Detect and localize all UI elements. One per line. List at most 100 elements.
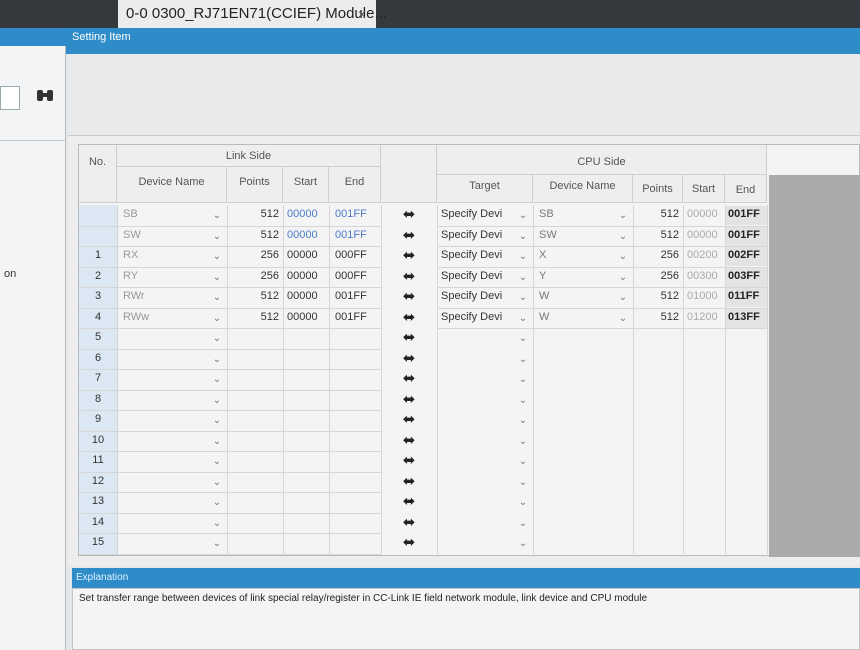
link-points-cell[interactable]: 256 [229,249,279,261]
chevron-down-icon[interactable]: ⌄ [615,288,631,307]
chevron-down-icon[interactable]: ⌄ [515,309,531,328]
chevron-down-icon[interactable]: ⌄ [209,309,225,328]
link-points-cell[interactable]: 512 [229,208,279,220]
document-tab[interactable]: 0-0 0300_RJ71EN71(CCIEF) Module... × [118,0,387,28]
chevron-down-icon[interactable]: ⌄ [515,391,531,410]
chevron-down-icon[interactable]: ⌄ [209,227,225,246]
link-end-cell[interactable]: 001FF [335,290,379,302]
cpu-points-cell[interactable]: 256 [635,249,679,261]
link-device-name-cell[interactable]: SW [123,229,213,241]
chevron-down-icon[interactable]: ⌄ [515,411,531,430]
chevron-down-icon[interactable]: ⌄ [615,206,631,225]
chevron-down-icon[interactable]: ⌄ [515,370,531,389]
link-device-name-cell[interactable]: RY [123,270,213,282]
link-end-cell[interactable]: 001FF [335,229,379,241]
search-field[interactable] [0,86,20,110]
chevron-down-icon[interactable]: ⌄ [515,452,531,471]
cpu-start-cell[interactable]: 00000 [687,208,723,220]
chevron-down-icon[interactable]: ⌄ [209,534,225,553]
chevron-down-icon[interactable]: ⌄ [615,247,631,266]
chevron-down-icon[interactable]: ⌄ [209,268,225,287]
header-link-start: Start [283,167,329,203]
cpu-start-cell[interactable]: 01000 [687,290,723,302]
link-device-name-cell[interactable]: RX [123,249,213,261]
cpu-device-name-cell[interactable]: W [539,311,619,323]
chevron-down-icon[interactable]: ⌄ [515,534,531,553]
link-end-cell[interactable]: 001FF [335,208,379,220]
chevron-down-icon[interactable]: ⌄ [209,514,225,533]
cpu-target-cell[interactable]: Specify Devi [441,208,517,220]
link-points-cell[interactable]: 512 [229,311,279,323]
cpu-target-cell[interactable]: Specify Devi [441,249,517,261]
grid-column-divider [633,205,634,554]
grid-row-divider [79,451,381,452]
cpu-target-cell[interactable]: Specify Devi [441,229,517,241]
chevron-down-icon[interactable]: ⌄ [209,288,225,307]
link-device-name-cell[interactable]: SB [123,208,213,220]
link-points-cell[interactable]: 512 [229,229,279,241]
chevron-down-icon[interactable]: ⌄ [209,206,225,225]
chevron-down-icon[interactable]: ⌄ [515,493,531,512]
chevron-down-icon[interactable]: ⌄ [515,514,531,533]
link-start-cell[interactable]: 00000 [287,249,327,261]
cpu-start-cell[interactable]: 00000 [687,229,723,241]
chevron-down-icon[interactable]: ⌄ [209,473,225,492]
link-start-cell[interactable]: 00000 [287,311,327,323]
chevron-down-icon[interactable]: ⌄ [515,350,531,369]
chevron-down-icon[interactable]: ⌄ [209,247,225,266]
cpu-target-cell[interactable]: Specify Devi [441,270,517,282]
cpu-device-name-cell[interactable]: SW [539,229,619,241]
cpu-start-cell[interactable]: 00200 [687,249,723,261]
link-points-cell[interactable]: 256 [229,270,279,282]
chevron-down-icon[interactable]: ⌄ [209,350,225,369]
link-end-cell[interactable]: 000FF [335,249,379,261]
chevron-down-icon[interactable]: ⌄ [209,329,225,348]
chevron-down-icon[interactable]: ⌄ [615,227,631,246]
chevron-down-icon[interactable]: ⌄ [209,370,225,389]
link-start-cell[interactable]: 00000 [287,290,327,302]
link-start-cell[interactable]: 00000 [287,208,327,220]
chevron-down-icon[interactable]: ⌄ [209,452,225,471]
link-start-cell[interactable]: 00000 [287,270,327,282]
chevron-down-icon[interactable]: ⌄ [615,309,631,328]
chevron-down-icon[interactable]: ⌄ [515,227,531,246]
cpu-points-cell[interactable]: 512 [635,311,679,323]
link-end-cell[interactable]: 001FF [335,311,379,323]
link-end-cell[interactable]: 000FF [335,270,379,282]
chevron-down-icon[interactable]: ⌄ [615,268,631,287]
link-device-name-cell[interactable]: RWr [123,290,213,302]
cpu-points-cell[interactable]: 512 [635,290,679,302]
double-arrow-icon: ⬌ [402,206,416,223]
chevron-down-icon[interactable]: ⌄ [515,432,531,451]
cpu-target-cell[interactable]: Specify Devi [441,311,517,323]
binoculars-search-icon[interactable] [34,88,56,110]
cpu-points-cell[interactable]: 512 [635,208,679,220]
chevron-down-icon[interactable]: ⌄ [515,329,531,348]
chevron-down-icon[interactable]: ⌄ [515,268,531,287]
cpu-device-name-cell[interactable]: Y [539,270,619,282]
cpu-start-cell[interactable]: 00300 [687,270,723,282]
cpu-points-cell[interactable]: 256 [635,270,679,282]
chevron-down-icon[interactable]: ⌄ [209,411,225,430]
cpu-device-name-cell[interactable]: X [539,249,619,261]
cpu-points-cell[interactable]: 512 [635,229,679,241]
chevron-down-icon[interactable]: ⌄ [209,493,225,512]
chevron-down-icon[interactable]: ⌄ [515,288,531,307]
cpu-target-cell[interactable]: Specify Devi [441,290,517,302]
chevron-down-icon[interactable]: ⌄ [515,247,531,266]
setting-item-header: Setting Item [66,28,860,54]
chevron-down-icon[interactable]: ⌄ [515,206,531,225]
link-start-cell[interactable]: 00000 [287,229,327,241]
chevron-down-icon[interactable]: ⌄ [209,391,225,410]
cpu-start-cell[interactable]: 01200 [687,311,723,323]
double-arrow-icon: ⬌ [402,390,416,408]
cpu-device-name-cell[interactable]: W [539,290,619,302]
grid-row-divider [437,266,767,268]
cpu-device-name-cell[interactable]: SB [539,208,619,220]
link-points-cell[interactable]: 512 [229,290,279,302]
chevron-down-icon[interactable]: ⌄ [515,473,531,492]
tab-close-icon[interactable]: × [358,0,366,28]
link-device-name-cell[interactable]: RWw [123,311,213,323]
chevron-down-icon[interactable]: ⌄ [209,432,225,451]
explanation-text: Set transfer range between devices of li… [72,588,860,650]
